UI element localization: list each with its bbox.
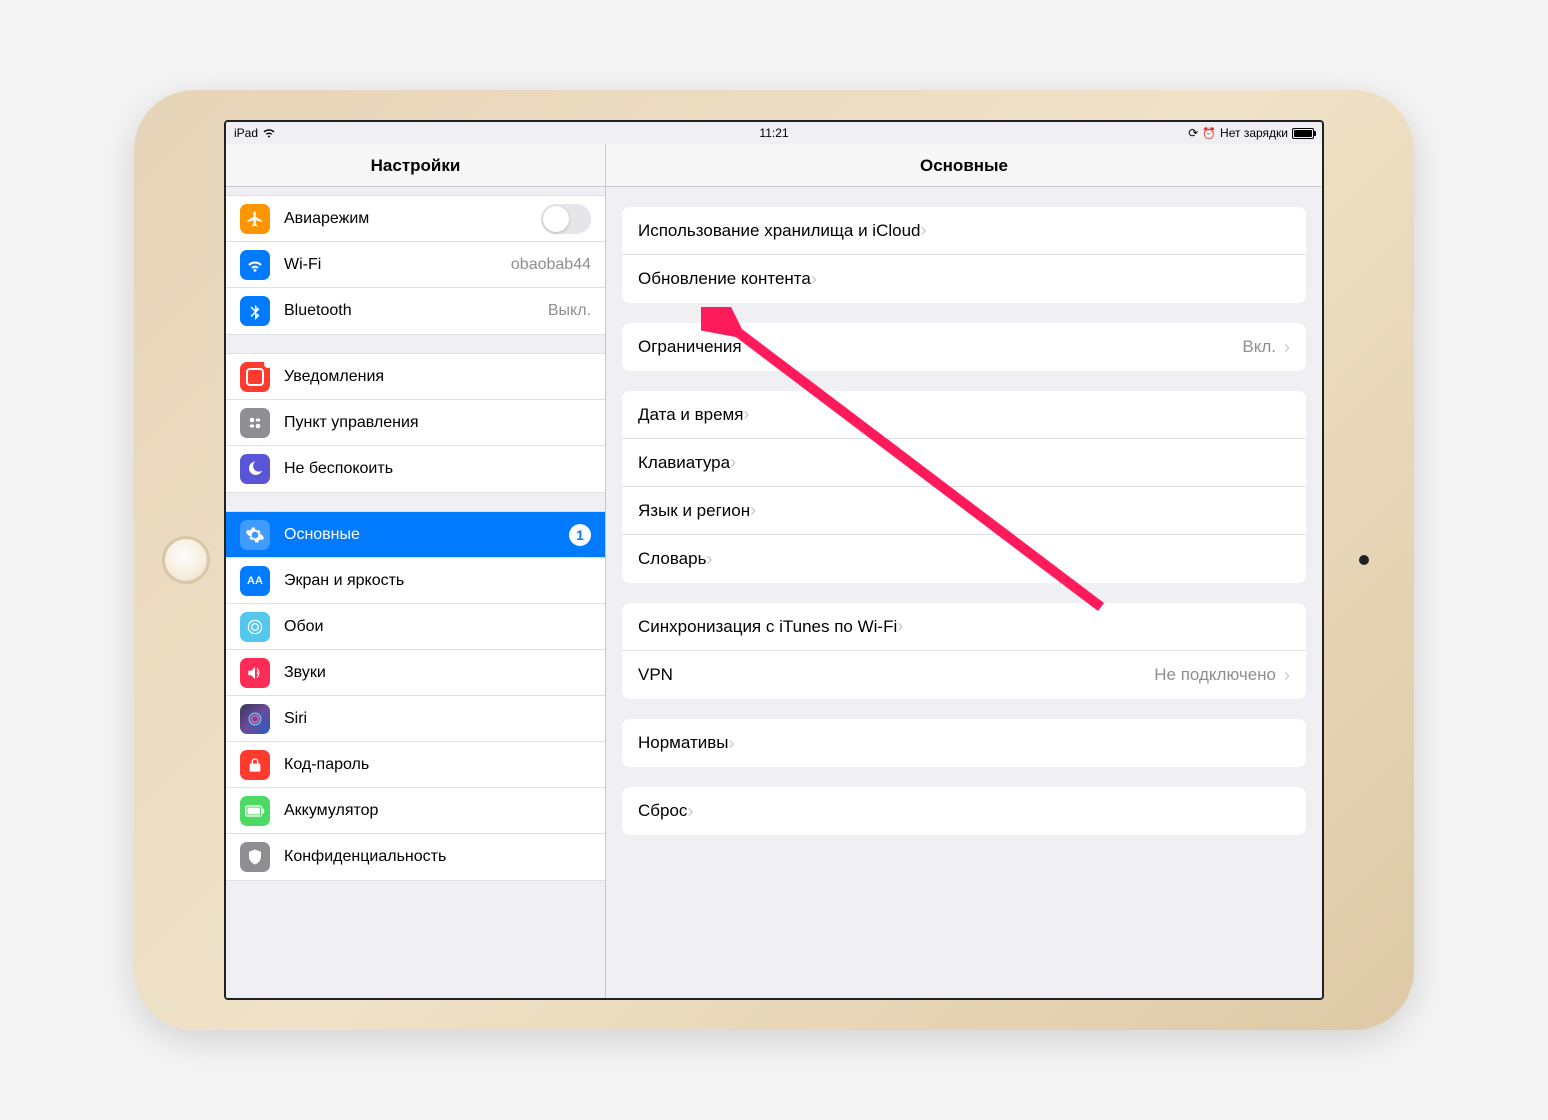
detail-item-label: Обновление контента	[638, 269, 811, 289]
detail-item-keyboard[interactable]: Клавиатура ›	[622, 439, 1306, 487]
gear-icon	[240, 520, 270, 550]
sidebar-item-label: Конфиденциальность	[284, 848, 446, 866]
detail-item-bgrefresh[interactable]: Обновление контента ›	[622, 255, 1306, 303]
detail-item-datetime[interactable]: Дата и время ›	[622, 391, 1306, 439]
chevron-right-icon: ›	[743, 404, 749, 425]
sidebar-item-notifications[interactable]: Уведомления	[226, 354, 605, 400]
sidebar-item-label: Bluetooth	[284, 302, 352, 320]
detail-title: Основные	[606, 144, 1322, 187]
display-icon: AA	[240, 566, 270, 596]
notifications-icon	[240, 362, 270, 392]
chevron-right-icon: ›	[750, 500, 756, 521]
detail-item-dictionary[interactable]: Словарь ›	[622, 535, 1306, 583]
detail-item-restrictions[interactable]: Ограничения Вкл. ›	[622, 323, 1306, 371]
wifi-icon	[262, 126, 276, 141]
detail-item-label: Использование хранилища и iCloud	[638, 221, 920, 241]
siri-icon	[240, 704, 270, 734]
sidebar-item-label: Звуки	[284, 664, 326, 682]
detail-item-label: Синхронизация с iTunes по Wi-Fi	[638, 617, 897, 637]
sidebar-item-label: Авиарежим	[284, 210, 369, 228]
home-button[interactable]	[162, 536, 210, 584]
sidebar-item-display[interactable]: AA Экран и яркость	[226, 558, 605, 604]
detail-item-label: Нормативы	[638, 733, 729, 753]
sidebar-item-passcode[interactable]: Код-пароль	[226, 742, 605, 788]
wifi-settings-icon	[240, 250, 270, 280]
chevron-right-icon: ›	[706, 549, 712, 570]
device-label: iPad	[234, 126, 258, 140]
sidebar-item-privacy[interactable]: Конфиденциальность	[226, 834, 605, 880]
sidebar-item-label: Не беспокоить	[284, 460, 393, 478]
detail-item-label: VPN	[638, 665, 673, 685]
sidebar-title: Настройки	[226, 144, 605, 187]
airplane-icon	[240, 204, 270, 234]
front-camera	[1359, 555, 1369, 565]
detail-item-label: Дата и время	[638, 405, 743, 425]
detail-item-storage[interactable]: Использование хранилища и iCloud ›	[622, 207, 1306, 255]
sidebar-item-wallpaper[interactable]: Обои	[226, 604, 605, 650]
chevron-right-icon: ›	[729, 733, 735, 754]
sidebar-body[interactable]: Авиарежим Wi-Fi obaobab44	[226, 187, 605, 998]
detail-item-label: Словарь	[638, 549, 706, 569]
sidebar-item-label: Обои	[284, 618, 323, 636]
chevron-right-icon: ›	[1284, 665, 1290, 686]
battery-icon	[1292, 128, 1314, 139]
chevron-right-icon: ›	[920, 220, 926, 241]
bluetooth-icon	[240, 296, 270, 326]
detail-item-label: Сброс	[638, 801, 687, 821]
vpn-value: Не подключено	[1154, 665, 1276, 685]
sounds-icon	[240, 658, 270, 688]
sidebar-item-battery[interactable]: Аккумулятор	[226, 788, 605, 834]
sidebar-item-wifi[interactable]: Wi-Fi obaobab44	[226, 242, 605, 288]
detail-item-itunes[interactable]: Синхронизация с iTunes по Wi-Fi ›	[622, 603, 1306, 651]
sidebar-item-bluetooth[interactable]: Bluetooth Выкл.	[226, 288, 605, 334]
detail-item-regulatory[interactable]: Нормативы ›	[622, 719, 1306, 767]
clock: 11:21	[759, 126, 788, 140]
bluetooth-value: Выкл.	[548, 302, 591, 320]
sidebar-item-label: Экран и яркость	[284, 572, 404, 590]
chevron-right-icon: ›	[897, 616, 903, 637]
detail-item-reset[interactable]: Сброс ›	[622, 787, 1306, 835]
wifi-value: obaobab44	[511, 256, 591, 274]
sidebar-item-label: Wi-Fi	[284, 256, 321, 274]
detail-pane: Основные Использование хранилища и iClou…	[606, 144, 1322, 998]
detail-item-language[interactable]: Язык и регион ›	[622, 487, 1306, 535]
sidebar-item-label: Siri	[284, 710, 307, 728]
chevron-right-icon: ›	[1284, 337, 1290, 358]
detail-item-label: Язык и регион	[638, 501, 750, 521]
sidebar-item-label: Аккумулятор	[284, 802, 378, 820]
general-badge: 1	[569, 524, 591, 546]
chevron-right-icon: ›	[811, 269, 817, 290]
sidebar-item-general[interactable]: Основные 1	[226, 512, 605, 558]
privacy-icon	[240, 842, 270, 872]
dnd-icon	[240, 454, 270, 484]
screen: iPad 11:21 ⟳ ⏰ Нет зарядки Настройки	[224, 120, 1324, 1000]
ipad-frame: iPad 11:21 ⟳ ⏰ Нет зарядки Настройки	[134, 90, 1414, 1030]
chevron-right-icon: ›	[730, 452, 736, 473]
sidebar-item-label: Пункт управления	[284, 414, 419, 432]
chevron-right-icon: ›	[687, 801, 693, 822]
detail-item-label: Клавиатура	[638, 453, 730, 473]
sidebar-item-sounds[interactable]: Звуки	[226, 650, 605, 696]
detail-item-vpn[interactable]: VPN Не подключено ›	[622, 651, 1306, 699]
sidebar-item-dnd[interactable]: Не беспокоить	[226, 446, 605, 492]
sidebar-item-label: Код-пароль	[284, 756, 369, 774]
rotation-lock-icon: ⟳	[1188, 126, 1198, 140]
battery-settings-icon	[240, 796, 270, 826]
status-bar: iPad 11:21 ⟳ ⏰ Нет зарядки	[226, 122, 1322, 144]
alarm-icon: ⏰	[1202, 127, 1216, 140]
detail-item-label: Ограничения	[638, 337, 742, 357]
sidebar-item-airplane[interactable]: Авиарежим	[226, 196, 605, 242]
sidebar-item-siri[interactable]: Siri	[226, 696, 605, 742]
control-center-icon	[240, 408, 270, 438]
settings-sidebar: Настройки Авиарежим	[226, 144, 606, 998]
sidebar-item-control-center[interactable]: Пункт управления	[226, 400, 605, 446]
passcode-icon	[240, 750, 270, 780]
charge-label: Нет зарядки	[1220, 126, 1288, 140]
sidebar-item-label: Основные	[284, 526, 360, 544]
wallpaper-icon	[240, 612, 270, 642]
airplane-toggle[interactable]	[541, 204, 591, 234]
restrictions-value: Вкл.	[1242, 337, 1276, 357]
detail-body[interactable]: Использование хранилища и iCloud › Обнов…	[606, 187, 1322, 998]
sidebar-item-label: Уведомления	[284, 368, 384, 386]
